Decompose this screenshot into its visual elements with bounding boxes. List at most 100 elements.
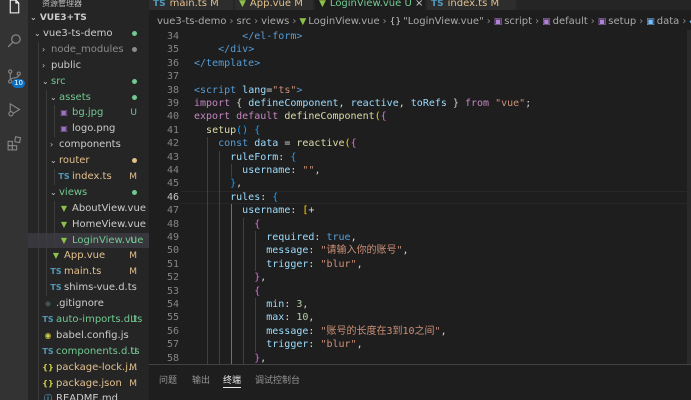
panel-tab[interactable]: 调试控制台 — [255, 374, 300, 388]
breadcrumb-item[interactable]: data — [657, 16, 680, 27]
tree-file[interactable]: ▣ bg.jpg U — [28, 105, 149, 122]
file-type-icon: ▼ — [239, 0, 246, 9]
indent-guide — [38, 121, 39, 138]
tree-file[interactable]: ▼ HomeView.vue — [28, 216, 149, 233]
tree-folder[interactable]: › public — [28, 57, 149, 74]
indent-guide — [38, 216, 39, 233]
tree-item-label: App.vue — [64, 250, 106, 262]
tree-file[interactable]: ◉ babel.config.js — [28, 327, 149, 344]
run-debug-icon[interactable] — [0, 95, 28, 123]
tree-item-label: public — [51, 59, 82, 71]
line-number: 55 — [166, 312, 179, 324]
explorer-header: 资源管理器 — [42, 0, 82, 8]
extensions-icon[interactable] — [0, 129, 28, 157]
tree-file[interactable]: ⓘ README.md — [28, 391, 149, 400]
tab-loginview-vue[interactable]: ▼ LoginView.vue U × — [315, 0, 426, 10]
status-dot — [132, 185, 137, 201]
tab-index-ts[interactable]: TS index.ts M — [427, 0, 517, 10]
search-icon[interactable] — [0, 26, 28, 54]
panel-tab[interactable]: 问题 — [159, 374, 177, 388]
file-type-icon: ▼ — [52, 251, 60, 261]
file-type-icon: ⓘ — [44, 394, 52, 400]
git-status-badge: M — [487, 0, 500, 9]
tree-file[interactable]: TS index.ts M — [28, 169, 149, 185]
close-icon[interactable]: × — [412, 0, 423, 9]
indent-guide — [46, 200, 47, 217]
files-icon[interactable] — [0, 0, 28, 20]
tree-folder[interactable]: ⌄ assets — [28, 89, 149, 106]
tree-item-label: shims-vue.d.ts — [64, 282, 137, 294]
tree-item-label: vue3-ts-demo — [43, 28, 113, 39]
git-status-badge: M — [129, 267, 137, 278]
indent-guide — [46, 248, 47, 265]
code-line: </template> — [194, 57, 261, 69]
tree-file[interactable]: ▼ AboutView.vue — [28, 200, 149, 217]
breadcrumb-item[interactable]: default — [553, 16, 588, 27]
indent-guide — [38, 359, 39, 376]
indent-guide — [46, 153, 47, 170]
line-number: 51 — [166, 258, 179, 270]
tree-item-label: HomeView.vue — [72, 218, 146, 230]
breadcrumb-item[interactable]: vue3-ts-demo — [157, 16, 226, 27]
tree-item-label: package.json — [56, 377, 122, 389]
line-number: 41 — [166, 124, 179, 136]
code-line: username: "", — [242, 165, 321, 176]
chevron-right-icon: › — [639, 16, 644, 27]
tree-folder[interactable]: ⌄ src — [28, 73, 149, 90]
indent-guide — [46, 105, 47, 122]
tree-file[interactable]: {} package.json M — [28, 375, 149, 392]
tab-app-vue[interactable]: ▼ App.vue M — [235, 0, 314, 10]
code-line: </el-form> — [242, 31, 303, 42]
tree-folder[interactable]: ⌄ vue3-ts-demo — [28, 26, 149, 42]
breadcrumb-item[interactable]: LoginView.vue — [308, 16, 379, 27]
file-type-icon: TS — [42, 315, 54, 325]
tree-file[interactable]: TS components.d.ts U — [28, 343, 149, 360]
indent-guide — [46, 216, 47, 233]
line-number: 47 — [166, 205, 179, 217]
explorer-project-row[interactable]: ⌄ VUE3+TS — [28, 10, 149, 26]
source-control-icon[interactable]: 10 — [0, 62, 28, 90]
git-status-badge: M — [129, 362, 137, 373]
tree-file[interactable]: ◆ .gitignore — [28, 296, 149, 313]
tree-item-label: router — [59, 155, 90, 167]
panel-tab[interactable]: 输出 — [192, 374, 210, 388]
breadcrumb-item[interactable]: setup — [608, 16, 636, 27]
line-number: 46 — [166, 191, 179, 203]
breadcrumb-item[interactable]: views — [261, 16, 289, 27]
indent-guide — [231, 164, 233, 178]
breadcrumb-item[interactable]: script — [504, 16, 532, 27]
panel-tab[interactable]: 终端 — [223, 374, 242, 388]
tree-folder[interactable]: › components — [28, 137, 149, 154]
tab-label: LoginView.vue — [329, 0, 402, 9]
tree-file[interactable]: {} package-lock.j... M — [28, 359, 149, 376]
file-type-icon: ◆ — [44, 299, 52, 309]
tree-file[interactable]: ▼ App.vue M — [28, 248, 149, 265]
tree-item-label: main.ts — [64, 266, 102, 278]
breadcrumb-item[interactable]: src — [236, 16, 251, 27]
tree-file[interactable]: ▼ LoginView.vue U — [28, 232, 149, 249]
indent-guide — [38, 375, 39, 392]
file-type-icon: TS — [50, 283, 62, 293]
tab-main-ts[interactable]: TS main.ts M — [149, 0, 234, 10]
code-line: import { defineComponent, reactive, toRe… — [194, 98, 532, 109]
code-line: { — [254, 285, 261, 297]
file-tree: ⌄ vue3-ts-demo › node_modules › public ⌄ src ⌄ as… — [28, 26, 149, 400]
tree-folder[interactable]: ⌄ router — [28, 153, 149, 170]
file-type-icon: ◉ — [44, 330, 52, 340]
line-number: 50 — [166, 245, 179, 257]
tree-file[interactable]: ▣ logo.png — [28, 121, 149, 138]
status-dot — [132, 42, 137, 58]
breadcrumb-item[interactable]: "LoginView.vue" — [403, 16, 484, 27]
line-number: 37 — [166, 71, 179, 83]
tree-file[interactable]: TS main.ts M — [28, 264, 149, 281]
line-number: 58 — [166, 352, 179, 364]
code-editor[interactable]: 34 </el-form> 35 </div> 36 </template> 37 38 <… — [149, 30, 691, 364]
indent-guide — [54, 121, 55, 138]
indent-guide — [46, 169, 47, 185]
tree-file[interactable]: TS shims-vue.d.ts — [28, 280, 149, 297]
tree-folder[interactable]: › node_modules — [28, 41, 149, 58]
indent-guide — [38, 153, 39, 170]
file-type-icon: ▼ — [60, 219, 68, 229]
tree-folder[interactable]: ⌄ views — [28, 184, 149, 201]
tree-file[interactable]: TS auto-imports.d.ts U — [28, 312, 149, 328]
